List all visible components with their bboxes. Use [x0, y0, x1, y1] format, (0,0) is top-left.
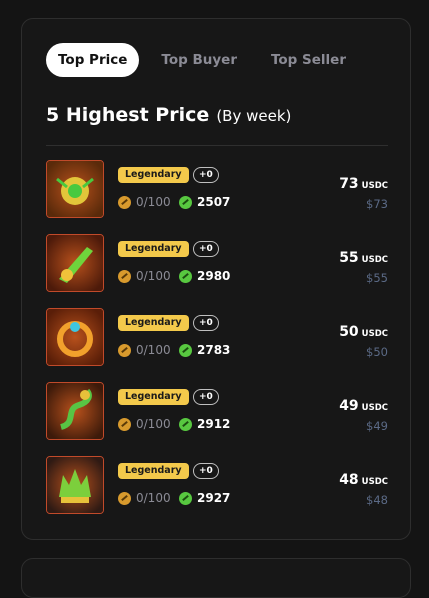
- section-title-subtitle: (By week): [216, 107, 292, 125]
- price-value: 49: [339, 398, 359, 414]
- durability-icon: [118, 417, 131, 431]
- level-badge: +0: [193, 167, 219, 183]
- tab-top-price[interactable]: Top Price: [46, 43, 140, 77]
- price-currency: USDC: [361, 255, 388, 265]
- price-currency: USDC: [361, 181, 388, 191]
- price: 55 USDC: [339, 247, 388, 266]
- durability-icon: [118, 269, 131, 283]
- price: 50 USDC: [339, 321, 388, 340]
- item-thumbnail[interactable]: [46, 160, 104, 218]
- price-value: 48: [339, 472, 359, 488]
- price-value: 55: [339, 250, 359, 266]
- item-row[interactable]: Legendary +0 0/100 2912 49 USDC $49: [46, 382, 388, 442]
- item-art-icon: [47, 383, 103, 439]
- price-currency: USDC: [361, 403, 388, 413]
- durability-icon: [118, 491, 131, 505]
- item-art-icon: [47, 309, 103, 365]
- power-value: 2507: [197, 195, 231, 209]
- price-usd: $73: [366, 197, 388, 211]
- durability: 0/100: [118, 417, 171, 431]
- level-badge: +0: [193, 463, 219, 479]
- price-currency: USDC: [361, 477, 388, 487]
- power-stat: 2927: [179, 491, 230, 505]
- item-thumbnail[interactable]: [46, 382, 104, 440]
- power-stat: 2783: [179, 343, 230, 357]
- price: 49 USDC: [339, 395, 388, 414]
- level-badge: +0: [193, 389, 219, 405]
- durability: 0/100: [118, 269, 171, 283]
- price-currency: USDC: [361, 329, 388, 339]
- rarity-badge: Legendary: [118, 315, 189, 331]
- price-usd: $50: [366, 345, 388, 359]
- secondary-card: [21, 558, 411, 598]
- item-row[interactable]: Legendary +0 0/100 2507 73 USDC $73: [46, 160, 388, 220]
- price-usd: $48: [366, 493, 388, 507]
- price-usd: $55: [366, 271, 388, 285]
- power-value: 2783: [197, 343, 231, 357]
- level-badge: +0: [193, 315, 219, 331]
- section-title-main: 5 Highest Price: [46, 104, 210, 126]
- durability: 0/100: [118, 343, 171, 357]
- durability-value: 0/100: [136, 343, 171, 357]
- power-stat: 2912: [179, 417, 230, 431]
- power-icon: [179, 269, 192, 283]
- item-list: Legendary +0 0/100 2507 73 USDC $73 Legen…: [46, 160, 388, 530]
- top-price-card: Top Price Top Buyer Top Seller 5 Highest…: [21, 18, 411, 540]
- power-value: 2980: [197, 269, 231, 283]
- price: 48 USDC: [339, 469, 388, 488]
- durability-icon: [118, 343, 131, 357]
- price: 73 USDC: [339, 173, 388, 192]
- rarity-badge: Legendary: [118, 463, 189, 479]
- durability: 0/100: [118, 195, 171, 209]
- power-icon: [179, 343, 192, 357]
- rarity-badge: Legendary: [118, 167, 189, 183]
- power-icon: [179, 417, 192, 431]
- tab-top-buyer[interactable]: Top Buyer: [149, 43, 249, 77]
- item-art-icon: [47, 457, 103, 513]
- price-value: 50: [339, 324, 359, 340]
- durability: 0/100: [118, 491, 171, 505]
- rarity-badge: Legendary: [118, 389, 189, 405]
- tab-bar: Top Price Top Buyer Top Seller: [46, 43, 368, 77]
- power-value: 2927: [197, 491, 231, 505]
- durability-value: 0/100: [136, 195, 171, 209]
- power-icon: [179, 195, 192, 209]
- item-thumbnail[interactable]: [46, 456, 104, 514]
- item-row[interactable]: Legendary +0 0/100 2980 55 USDC $55: [46, 234, 388, 294]
- durability-value: 0/100: [136, 417, 171, 431]
- item-thumbnail[interactable]: [46, 234, 104, 292]
- section-title: 5 Highest Price (By week): [46, 104, 291, 126]
- item-art-icon: [47, 161, 103, 217]
- item-art-icon: [47, 235, 103, 291]
- durability-value: 0/100: [136, 269, 171, 283]
- durability-icon: [118, 195, 131, 209]
- rarity-badge: Legendary: [118, 241, 189, 257]
- level-badge: +0: [193, 241, 219, 257]
- item-row[interactable]: Legendary +0 0/100 2927 48 USDC $48: [46, 456, 388, 516]
- tab-top-seller[interactable]: Top Seller: [259, 43, 358, 77]
- power-value: 2912: [197, 417, 231, 431]
- durability-value: 0/100: [136, 491, 171, 505]
- price-value: 73: [339, 176, 359, 192]
- item-row[interactable]: Legendary +0 0/100 2783 50 USDC $50: [46, 308, 388, 368]
- divider: [46, 145, 388, 146]
- power-icon: [179, 491, 192, 505]
- power-stat: 2507: [179, 195, 230, 209]
- item-thumbnail[interactable]: [46, 308, 104, 366]
- power-stat: 2980: [179, 269, 230, 283]
- price-usd: $49: [366, 419, 388, 433]
